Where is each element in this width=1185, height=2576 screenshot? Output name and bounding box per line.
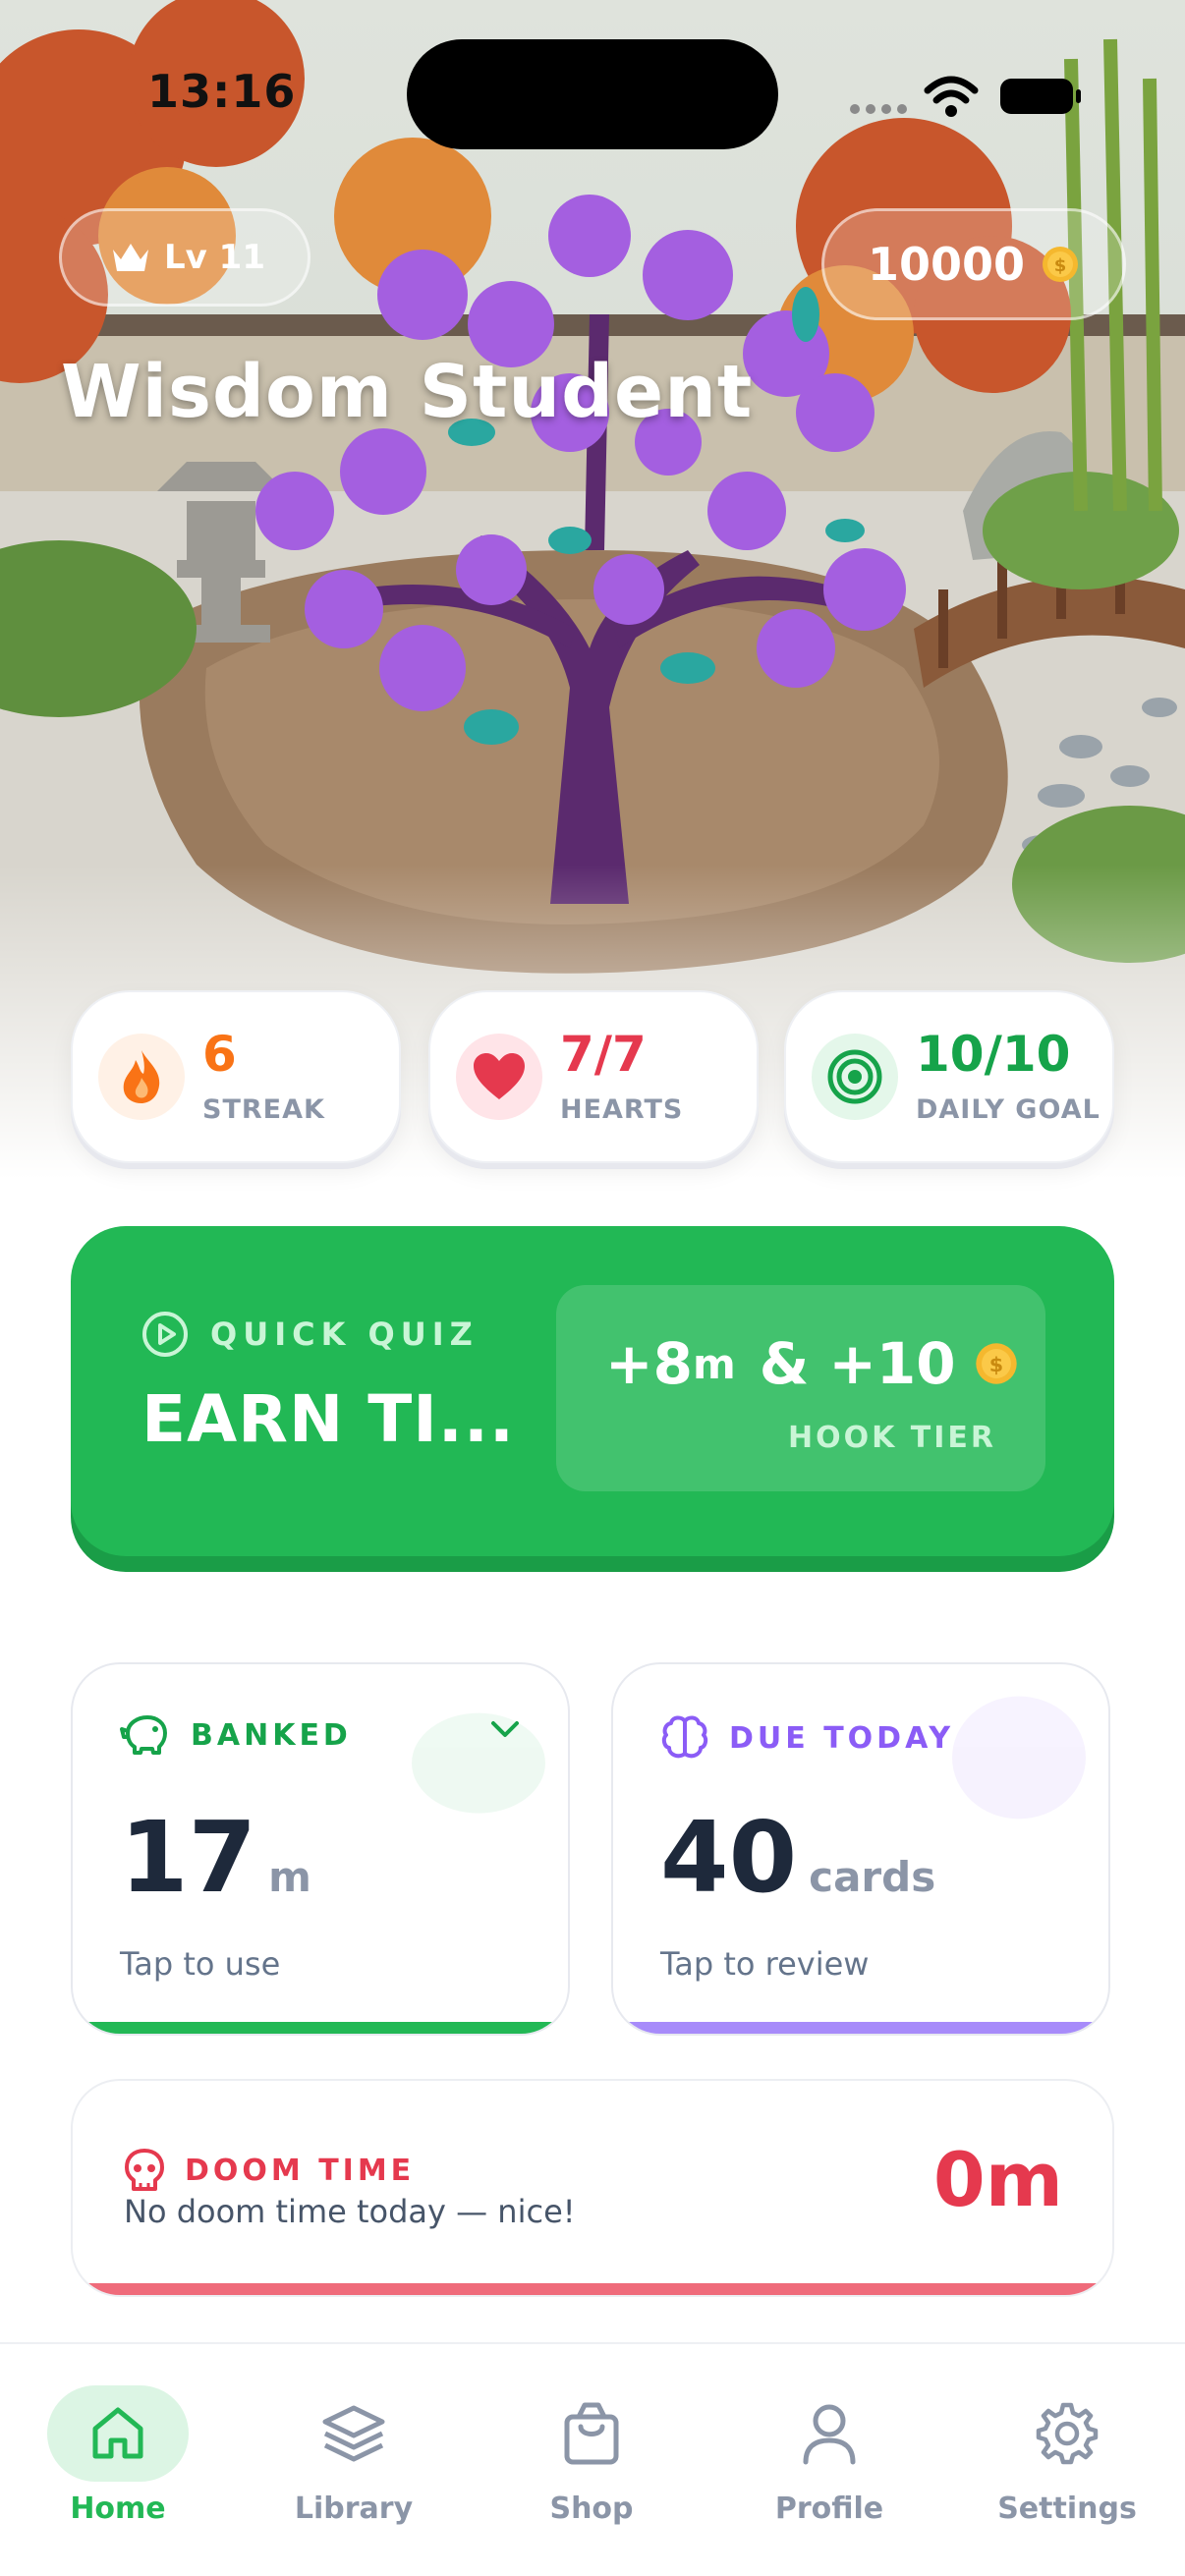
rank-title: Wisdom Student <box>61 350 754 434</box>
dynamic-island <box>407 39 778 149</box>
level-badge[interactable]: Lv 11 <box>59 208 310 307</box>
tab-settings[interactable]: Settings <box>979 2385 1156 2526</box>
doom-header: DOOM TIME <box>124 2148 415 2193</box>
reward-line: +8 m & +10 $ <box>605 1330 1019 1397</box>
user-icon <box>741 2385 918 2482</box>
shopping-bag-icon <box>503 2385 680 2482</box>
due-today-amount: 40 cards <box>660 1800 935 1915</box>
layers-icon <box>265 2385 442 2482</box>
reward-coins: +10 <box>828 1330 956 1397</box>
tab-home[interactable]: Home <box>29 2385 206 2526</box>
streak-card[interactable]: 6 STREAK <box>71 990 401 1163</box>
due-today-unit: cards <box>809 1853 936 1901</box>
quiz-reward-box: +8 m & +10 $ HOOK TIER <box>556 1285 1045 1491</box>
svg-text:$: $ <box>1054 255 1067 276</box>
chevron-down-icon[interactable] <box>489 1719 521 1741</box>
doom-time-card[interactable]: DOOM TIME No doom time today — nice! 0m <box>71 2079 1114 2297</box>
hearts-label: HEARTS <box>560 1093 684 1125</box>
tab-profile[interactable]: Profile <box>741 2385 918 2526</box>
daily-goal-value: 10/10 <box>916 1025 1071 1083</box>
reward-tier: HOOK TIER <box>787 1421 996 1455</box>
tab-shop[interactable]: Shop <box>503 2385 680 2526</box>
streak-label: STREAK <box>202 1093 325 1125</box>
banked-header: BANKED <box>120 1713 352 1757</box>
piggy-bank-watermark-icon <box>412 1712 545 1814</box>
coin-amount: 10000 <box>867 238 1026 291</box>
heart-icon <box>456 1034 542 1120</box>
play-circle-icon <box>142 1312 188 1357</box>
banked-hint: Tap to use <box>120 1945 281 1983</box>
quiz-title: EARN TI... <box>141 1381 515 1457</box>
coin-icon: $ <box>1043 247 1079 282</box>
coin-icon: $ <box>975 1343 1017 1384</box>
piggy-bank-icon <box>120 1715 167 1755</box>
due-today-accent-bar <box>613 2022 1108 2034</box>
skull-icon <box>125 2149 164 2191</box>
cellular-signal-icon <box>850 104 907 114</box>
doom-accent-bar <box>73 2283 1112 2295</box>
banked-label: BANKED <box>191 1717 352 1753</box>
reward-join: & <box>759 1330 810 1397</box>
doom-label: DOOM TIME <box>185 2153 416 2188</box>
quiz-label: QUICK QUIZ <box>210 1316 479 1353</box>
crown-icon <box>113 244 148 271</box>
brain-icon <box>661 1715 708 1759</box>
battery-icon <box>1000 79 1081 114</box>
quiz-header: QUICK QUIZ <box>141 1311 479 1358</box>
coin-balance[interactable]: 10000 $ <box>821 208 1126 320</box>
daily-goal-card[interactable]: 10/10 DAILY GOAL <box>784 990 1114 1163</box>
gear-icon <box>979 2385 1156 2482</box>
due-today-header: DUE TODAY <box>660 1713 954 1763</box>
target-icon <box>812 1034 898 1120</box>
wifi-icon <box>924 76 979 117</box>
due-today-label: DUE TODAY <box>729 1720 955 1756</box>
banked-accent-bar <box>73 2022 568 2034</box>
streak-value: 6 <box>202 1025 237 1083</box>
level-text: Lv 11 <box>164 238 265 277</box>
daily-goal-label: DAILY GOAL <box>916 1093 1100 1125</box>
banked-value: 17 <box>120 1800 257 1915</box>
tab-shop-label: Shop <box>549 2492 634 2526</box>
tab-library[interactable]: Library <box>265 2385 442 2526</box>
hearts-card[interactable]: 7/7 HEARTS <box>428 990 759 1163</box>
due-today-value: 40 <box>660 1800 798 1915</box>
tab-settings-label: Settings <box>997 2492 1137 2526</box>
banked-amount: 17 m <box>120 1800 311 1915</box>
banked-card[interactable]: BANKED 17 m Tap to use <box>71 1662 570 2036</box>
svg-text:$: $ <box>988 1353 1002 1376</box>
doom-value: 0m <box>932 2136 1063 2223</box>
reward-minutes-unit: m <box>692 1339 736 1388</box>
tab-profile-label: Profile <box>774 2492 884 2526</box>
due-today-hint: Tap to review <box>660 1945 870 1983</box>
hearts-value: 7/7 <box>560 1025 647 1083</box>
due-today-card[interactable]: DUE TODAY 40 cards Tap to review <box>611 1662 1110 2036</box>
bottom-tab-bar: Home Library Shop Profile Settings <box>0 2342 1185 2576</box>
home-icon <box>47 2385 189 2482</box>
brain-watermark-icon <box>952 1696 1086 1820</box>
flame-icon <box>98 1034 185 1120</box>
reward-minutes: +8 <box>605 1330 693 1397</box>
tab-home-label: Home <box>70 2492 166 2526</box>
banked-unit: m <box>268 1853 311 1901</box>
tab-library-label: Library <box>294 2492 414 2526</box>
quick-quiz-card[interactable]: QUICK QUIZ EARN TI... +8 m & +10 $ HOOK … <box>71 1226 1114 1556</box>
status-time: 13:16 <box>147 65 297 118</box>
doom-message: No doom time today — nice! <box>124 2193 576 2230</box>
